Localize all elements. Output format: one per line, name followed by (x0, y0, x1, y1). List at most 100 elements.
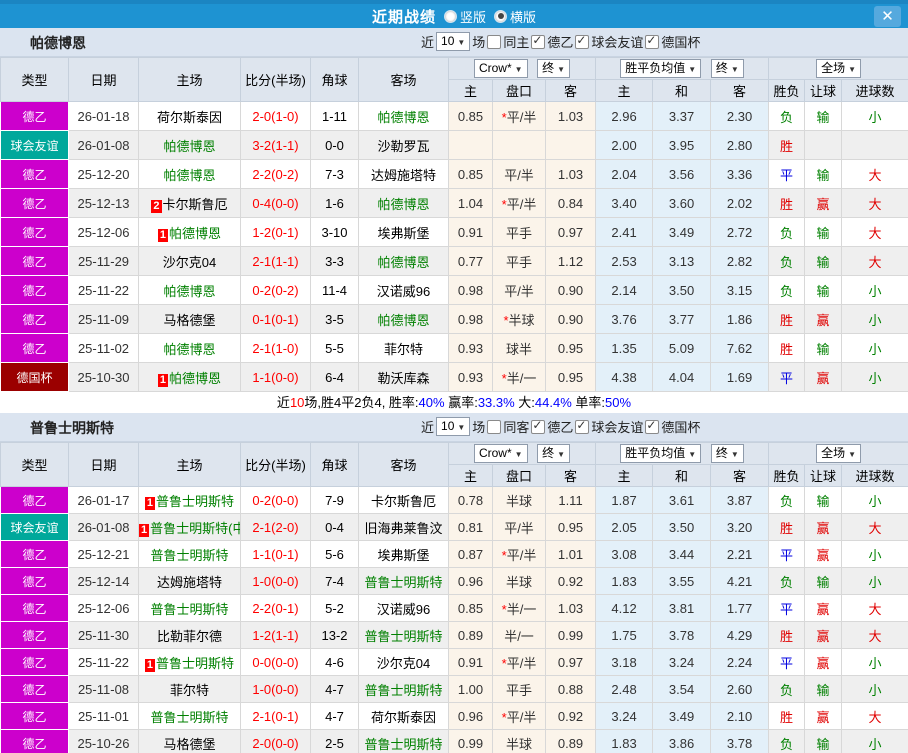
odds-away: 0.88 (544, 675, 597, 703)
league-checkbox-friendly[interactable] (575, 33, 590, 49)
avg-select-group: 胜平负均值 ▼ 终 ▼ (595, 57, 770, 80)
odds-away: 0.97 (544, 217, 597, 247)
handicap-line: *平/半 (492, 648, 546, 676)
league-checkbox-friendly[interactable] (575, 418, 590, 434)
match-row: 德乙 25-12-06 普鲁士明斯特 2-2(0-1) 5-2 汉诺威96 0.85 *半/一… (0, 594, 908, 622)
corner-score: 5-5 (310, 333, 359, 363)
radio-vertical-layout[interactable] (443, 9, 457, 23)
odds-away: 0.89 (544, 729, 597, 753)
away-team: 沙勒罗瓦 (358, 130, 449, 160)
home-team: 马格德堡 (138, 304, 241, 334)
result-goals: 大 (841, 594, 908, 622)
result-wdl: 负 (768, 275, 806, 305)
league-label-friendly: 球会友谊 (591, 35, 644, 50)
col-header-score: 比分(半场) (240, 442, 311, 487)
result-goals: 大 (841, 246, 908, 276)
odds-home: 0.96 (448, 702, 493, 730)
match-count-select[interactable]: 10 ▼ (436, 417, 471, 436)
avg-away: 2.02 (710, 188, 770, 218)
live-star-icon: * (501, 547, 507, 563)
match-count-select[interactable]: 10 ▼ (436, 32, 471, 51)
avg-select[interactable]: 胜平负均值 ▼ (620, 444, 702, 463)
avg-draw: 3.50 (652, 513, 712, 541)
match-type: 德乙 (0, 567, 69, 595)
away-team: 荷尔斯泰因 (358, 702, 449, 730)
avg-draw: 3.61 (652, 486, 712, 514)
corner-score: 3-3 (310, 246, 359, 276)
avg-select[interactable]: 胜平负均值 ▼ (620, 59, 702, 78)
odds-final-select[interactable]: 终 ▼ (537, 59, 571, 78)
match-type: 球会友谊 (0, 130, 69, 160)
odds-select-group: Crow* ▼ 终 ▼ (447, 442, 597, 465)
result-goals: 小 (841, 675, 908, 703)
same-venue-checkbox[interactable] (487, 34, 502, 49)
odds-away: 0.95 (544, 513, 597, 541)
avg-draw: 3.78 (652, 621, 712, 649)
match-type: 德乙 (0, 188, 69, 218)
bookmaker-select[interactable]: Crow* ▼ (473, 444, 528, 463)
result-wdl: 平 (768, 594, 806, 622)
league-checkbox-cup[interactable] (645, 33, 660, 49)
league-checkbox-bundesliga2[interactable] (531, 33, 546, 49)
odds-final-select[interactable]: 终 ▼ (537, 444, 571, 463)
corner-score: 7-4 (310, 567, 359, 595)
avg-away: 2.80 (710, 130, 770, 160)
radio-horizontal-label[interactable]: 横版 (510, 7, 536, 26)
odds-home: 0.98 (448, 275, 493, 305)
radio-horizontal-layout[interactable] (494, 9, 507, 23)
summary-text: 44.4% (534, 395, 572, 410)
odds-home: 0.87 (448, 540, 493, 568)
avg-home: 3.24 (595, 702, 654, 730)
away-team: 普鲁士明斯特 (358, 621, 449, 649)
radio-vertical-label[interactable]: 竖版 (460, 7, 486, 26)
bookmaker-select[interactable]: Crow* ▼ (473, 59, 528, 78)
close-button[interactable]: ✕ (874, 6, 901, 27)
away-team: 普鲁士明斯特 (358, 567, 449, 595)
scope-select[interactable]: 全场 ▼ (816, 444, 861, 463)
away-team: 埃弗斯堡 (358, 217, 449, 247)
result-handicap: 赢 (804, 362, 843, 392)
filter-suffix-label: 场 (472, 420, 486, 435)
avg-away: 2.10 (710, 702, 770, 730)
result-goals: 大 (841, 513, 908, 541)
league-checkbox-cup[interactable] (645, 418, 660, 434)
match-date: 25-11-29 (68, 246, 139, 276)
avg-final-select[interactable]: 终 ▼ (710, 59, 744, 78)
result-handicap: 输 (804, 159, 843, 189)
handicap-line: *平/半 (492, 101, 546, 131)
away-team: 帕德博恩 (358, 188, 449, 218)
away-team: 帕德博恩 (358, 304, 449, 334)
scope-select[interactable]: 全场 ▼ (816, 59, 861, 78)
match-type: 德乙 (0, 675, 69, 703)
same-venue-checkbox[interactable] (487, 419, 502, 434)
handicap-line: 半球 (492, 486, 546, 514)
result-wdl: 胜 (768, 621, 806, 649)
home-team: 1 普鲁士明斯特 (138, 648, 241, 676)
corner-score: 4-6 (310, 648, 359, 676)
odds-home: 0.77 (448, 246, 493, 276)
away-team: 沙尔克04 (358, 648, 449, 676)
match-date: 25-12-14 (68, 567, 139, 595)
odds-away: 0.90 (544, 304, 597, 334)
league-checkbox-bundesliga2[interactable] (531, 418, 546, 434)
avg-home: 2.53 (595, 246, 654, 276)
live-star-icon: * (501, 601, 507, 617)
home-team: 菲尔特 (138, 675, 241, 703)
match-row: 德乙 25-11-01 普鲁士明斯特 2-1(0-1) 4-7 荷尔斯泰因 0.96 *平/半… (0, 702, 908, 730)
home-team: 帕德博恩 (138, 333, 241, 363)
same-venue-label: 同客 (503, 420, 530, 435)
match-row: 德乙 26-01-18 荷尔斯泰因 2-0(1-0) 1-11 帕德博恩 0.85 *平/半 1… (0, 101, 908, 131)
avg-final-select[interactable]: 终 ▼ (710, 444, 744, 463)
match-score: 2-1(1-0) (240, 333, 311, 363)
summary-text: 10 (289, 395, 305, 410)
away-team: 帕德博恩 (358, 101, 449, 131)
away-team: 勒沃库森 (358, 362, 449, 392)
avg-away: 3.15 (710, 275, 770, 305)
match-date: 26-01-08 (68, 513, 139, 541)
avg-draw: 3.77 (652, 304, 712, 334)
avg-draw: 3.81 (652, 594, 712, 622)
home-team: 沙尔克04 (138, 246, 241, 276)
result-wdl: 胜 (768, 702, 806, 730)
result-wdl: 负 (768, 101, 806, 131)
match-row: 德乙 26-01-17 1 普鲁士明斯特 0-2(0-0) 7-9 卡尔斯鲁厄 0.78 半球 1… (0, 486, 908, 514)
